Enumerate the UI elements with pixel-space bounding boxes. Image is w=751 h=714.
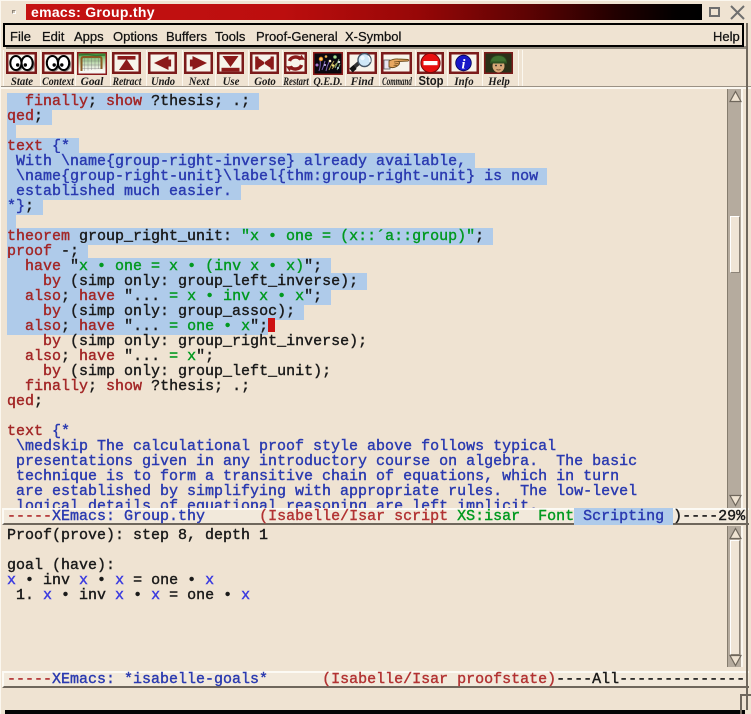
svg-text:i: i <box>462 57 466 72</box>
